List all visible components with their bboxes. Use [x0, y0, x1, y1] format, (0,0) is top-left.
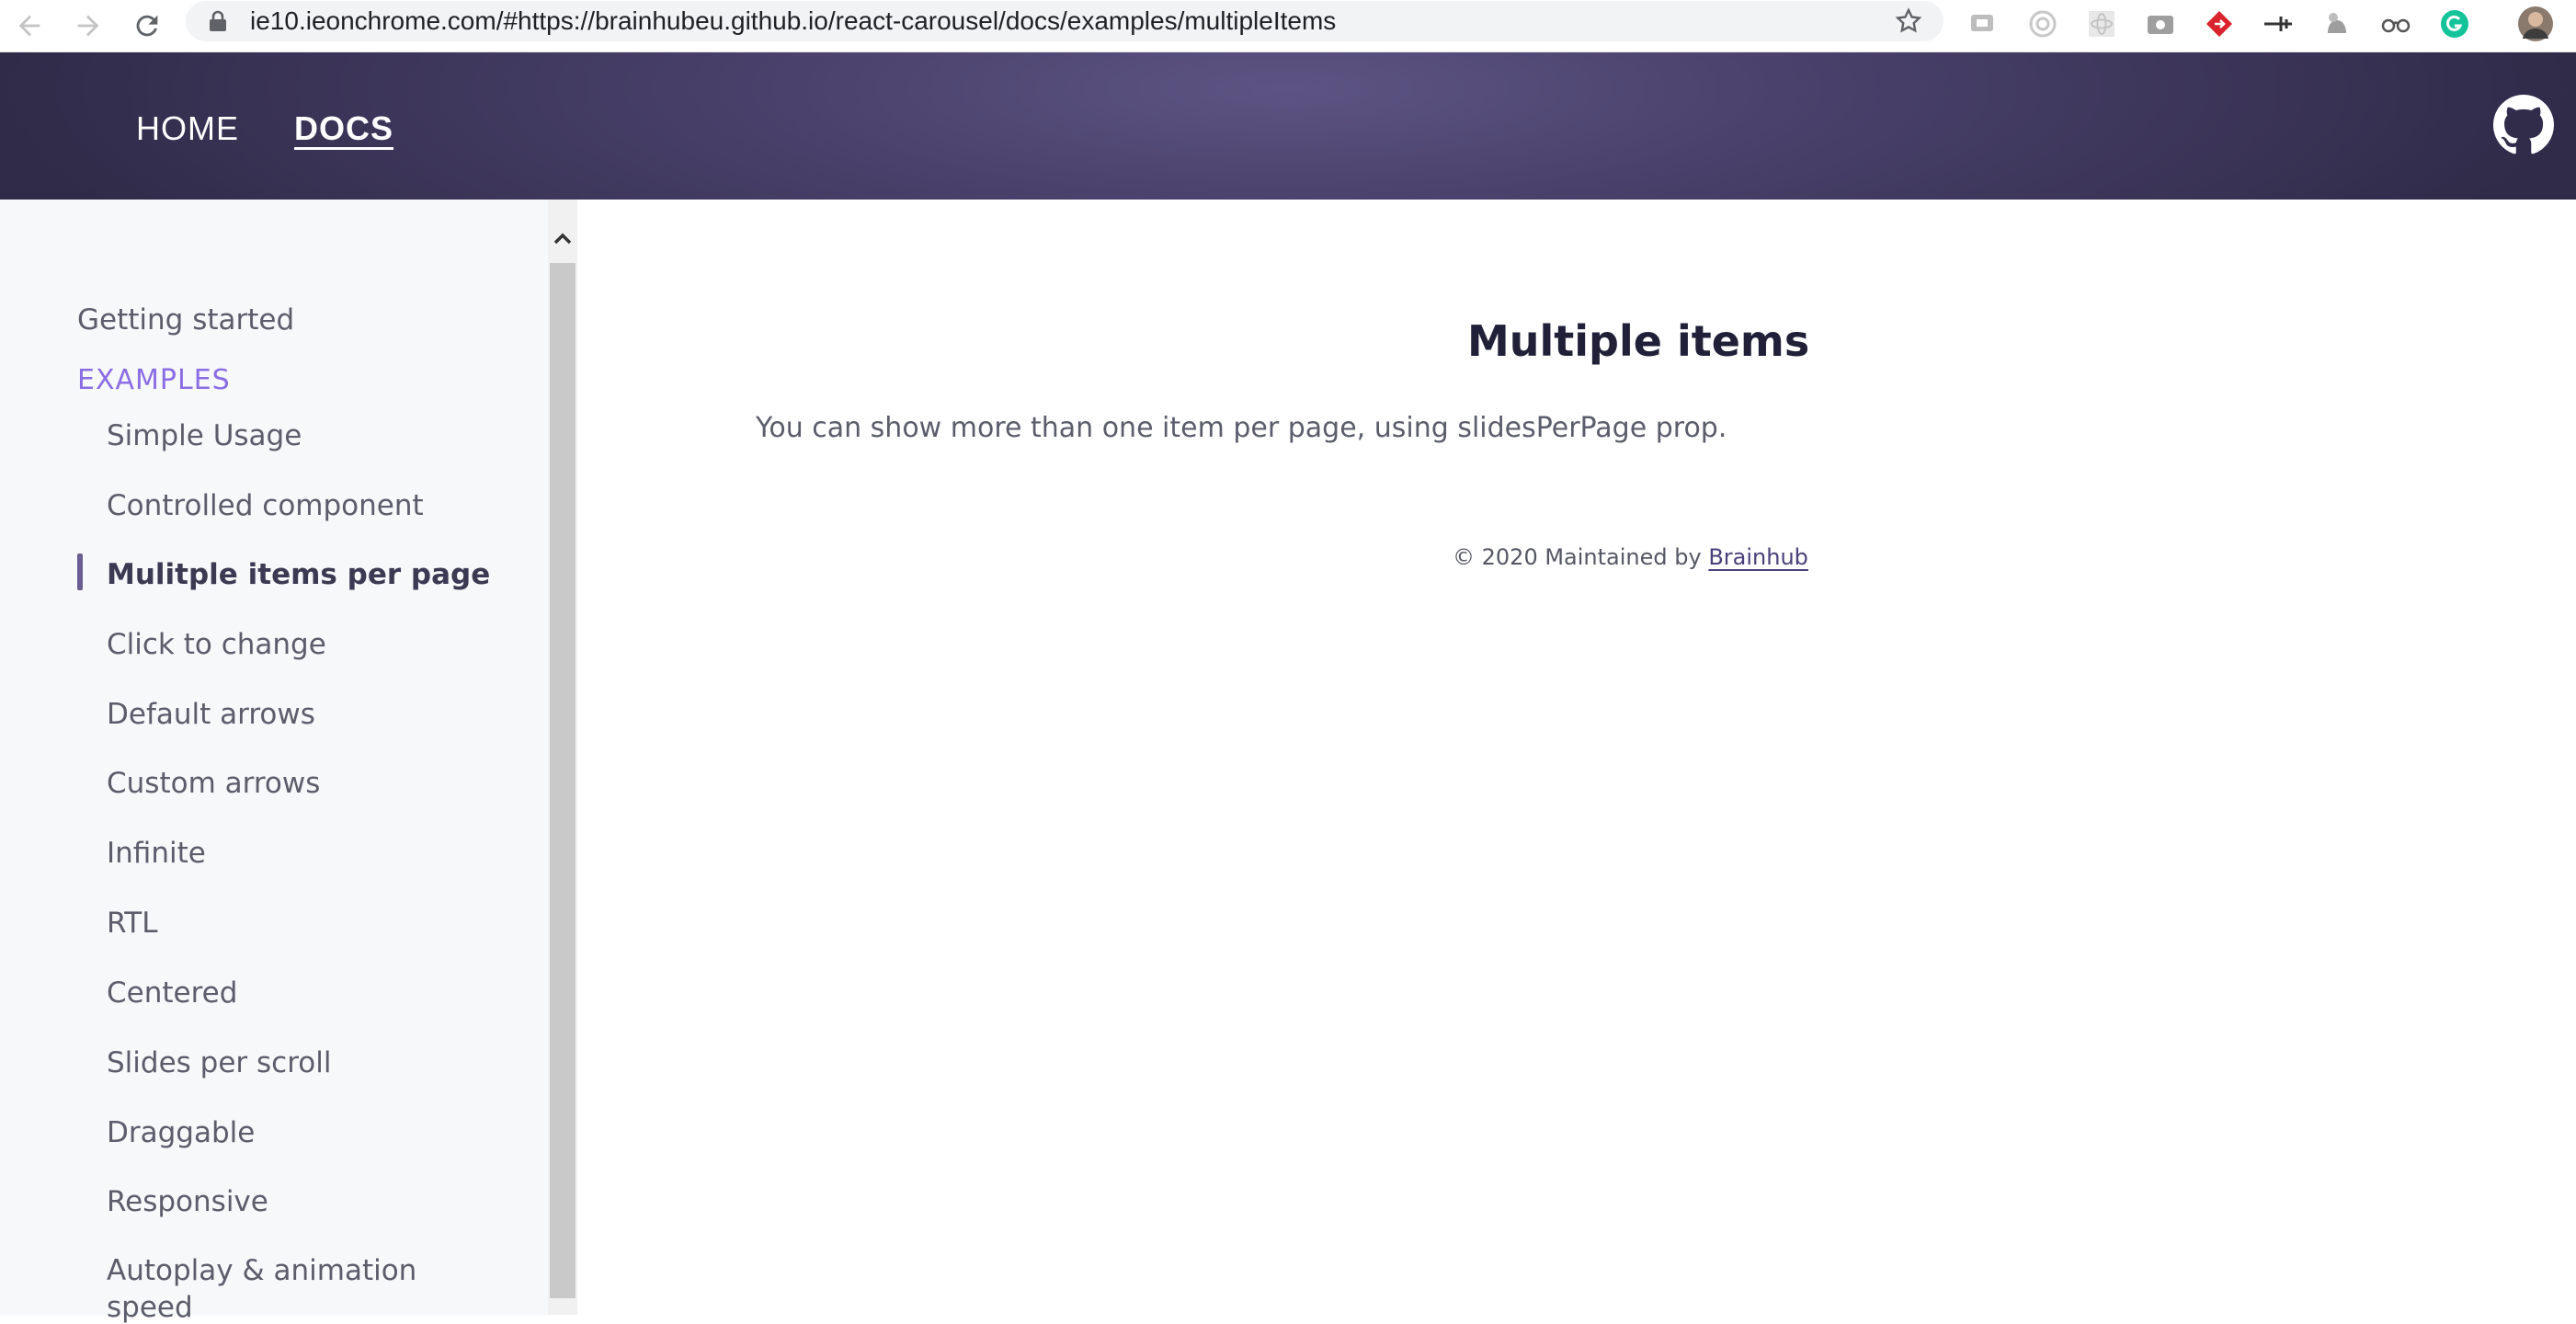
sidebar-item-custom-arrows[interactable]: Custom arrows — [107, 767, 320, 800]
sidebar-item-default-arrows[interactable]: Default arrows — [107, 698, 315, 731]
extension-glasses-icon[interactable] — [2377, 6, 2414, 42]
nav-docs-link[interactable]: DOCS — [294, 109, 393, 148]
sidebar-heading-examples[interactable]: EXAMPLES — [77, 364, 231, 396]
sidebar-item-centered[interactable]: Centered — [107, 976, 237, 1010]
sidebar-item-draggable[interactable]: Draggable — [107, 1116, 255, 1149]
site-header: HOME DOCS — [0, 52, 2576, 200]
page-title: Multiple items — [1467, 316, 1810, 366]
extension-red-arrow-icon[interactable] — [2201, 6, 2238, 42]
page-description: You can show more than one item per page… — [756, 412, 1727, 444]
sidebar-item-autoplay[interactable]: Autoplay & animation — [107, 1254, 416, 1287]
extension-pin-icon[interactable] — [2260, 6, 2297, 42]
browser-toolbar: ie10.ieonchrome.com/#https://brainhubeu.… — [0, 0, 2576, 52]
active-item-indicator — [77, 554, 83, 590]
sidebar-item-click-to-change[interactable]: Click to change — [107, 628, 326, 661]
extension-grammarly-icon[interactable] — [2436, 6, 2473, 42]
back-icon[interactable] — [7, 4, 51, 48]
extension-camera-icon[interactable] — [2142, 6, 2179, 42]
reload-icon[interactable] — [125, 4, 169, 48]
page-footer: © 2020 Maintained by Brainhub — [1453, 544, 1808, 570]
scroll-up-arrow-icon[interactable] — [548, 221, 577, 257]
github-icon[interactable] — [2493, 95, 2554, 155]
sidebar-item-simple-usage[interactable]: Simple Usage — [107, 419, 302, 452]
extension-target-icon[interactable] — [2024, 6, 2061, 42]
profile-avatar-icon[interactable] — [2517, 6, 2554, 42]
sidebar-scrollbar-thumb[interactable] — [550, 263, 576, 1298]
extension-dog-icon[interactable] — [2319, 6, 2355, 42]
sidebar-item-rtl[interactable]: RTL — [107, 907, 158, 940]
bookmark-star-icon[interactable] — [1894, 6, 1923, 36]
sidebar-item-responsive[interactable]: Responsive — [107, 1185, 268, 1218]
extension-chat-icon[interactable] — [1966, 6, 2002, 42]
forward-icon[interactable] — [66, 4, 110, 48]
address-bar[interactable]: ie10.ieonchrome.com/#https://brainhubeu.… — [186, 1, 1943, 41]
lock-icon — [210, 10, 226, 31]
footer-copyright: © 2020 Maintained by — [1453, 544, 1709, 570]
sidebar-item-multiple-items[interactable]: Mulitple items per page — [107, 558, 490, 591]
sidebar-item-infinite[interactable]: Infinite — [107, 837, 206, 870]
sidebar-item-autoplay-cont[interactable]: speed — [107, 1291, 193, 1324]
footer-brainhub-link[interactable]: Brainhub — [1708, 544, 1808, 570]
url-text[interactable]: ie10.ieonchrome.com/#https://brainhubeu.… — [250, 6, 1336, 37]
extension-react-icon[interactable] — [2083, 6, 2120, 42]
sidebar-item-getting-started[interactable]: Getting started — [77, 303, 294, 337]
sidebar-item-slides-per-scroll[interactable]: Slides per scroll — [107, 1046, 331, 1079]
sidebar-item-controlled-component[interactable]: Controlled component — [107, 489, 424, 522]
nav-home-link[interactable]: HOME — [136, 109, 239, 148]
